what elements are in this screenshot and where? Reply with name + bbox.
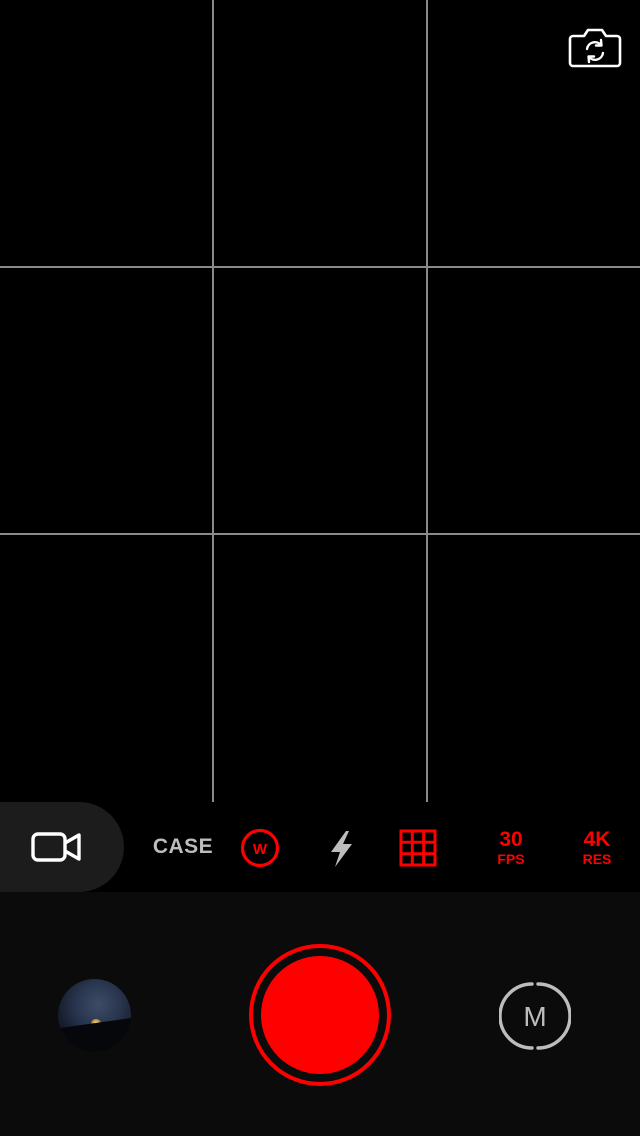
camera-viewfinder[interactable]: [0, 0, 640, 802]
thumbnail-ground: [58, 1016, 131, 1052]
wide-lens-icon[interactable]: W: [239, 827, 281, 869]
manual-label: M: [523, 1001, 546, 1032]
frame-rate-button[interactable]: 30 FPS: [481, 829, 541, 866]
case-mode-button[interactable]: CASE: [150, 835, 216, 859]
fps-value: 30: [499, 828, 523, 851]
grid-line-vertical-2: [426, 0, 428, 802]
mode-selector-button[interactable]: [0, 802, 124, 892]
lens-letter: W: [253, 841, 268, 858]
resolution-button[interactable]: 4K RES: [567, 829, 627, 866]
grid-line-horizontal-2: [0, 533, 640, 535]
res-unit: RES: [582, 851, 612, 867]
grid-line-vertical-1: [212, 0, 214, 802]
res-value: 4K: [583, 828, 611, 851]
manual-mode-button[interactable]: M: [499, 980, 571, 1052]
capture-controls: M: [0, 892, 640, 1136]
grid-line-horizontal-1: [0, 266, 640, 268]
gallery-thumbnail[interactable]: [58, 979, 131, 1052]
camera-settings-toolbar: CASE W 30 FPS 4K RES: [0, 802, 640, 892]
fps-unit: FPS: [497, 851, 525, 867]
video-camera-icon: [31, 832, 81, 862]
camera-flip-icon[interactable]: [567, 22, 623, 70]
record-button[interactable]: [248, 943, 392, 1087]
grid-icon[interactable]: [399, 829, 437, 867]
flash-icon[interactable]: [325, 830, 357, 868]
